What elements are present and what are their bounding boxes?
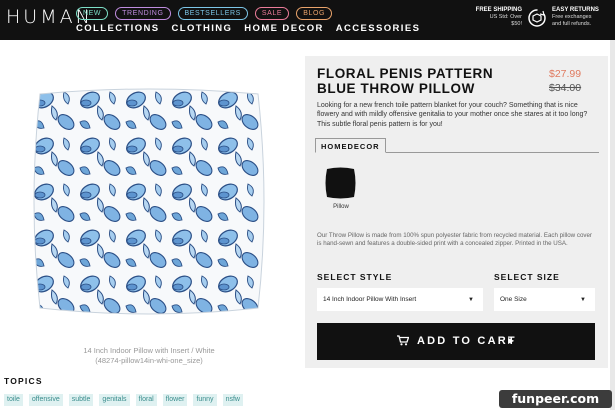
style-dropdown-value: 14 Inch Indoor Pillow With Insert [323,296,417,303]
sale-price: $27.99 [549,68,582,80]
pill-new[interactable]: NEW [76,7,109,20]
select-style-label: SELECT STYLE [317,272,393,282]
topic-tags: toile offensive subtle genitals floral f… [4,394,243,406]
cart-icon [397,335,409,346]
pill-bestsellers[interactable]: BESTSELLERS [177,7,248,20]
nav-clothing[interactable]: CLOTHING [171,23,232,34]
topic-tag[interactable]: toile [4,394,23,406]
pillow-illustration [33,88,265,315]
main-nav: COLLECTIONS CLOTHING HOME DECOR ACCESSOR… [76,23,420,34]
pill-sale[interactable]: SALE [254,7,290,20]
product-description: Looking for a new french toile pattern b… [317,102,588,128]
pill-blog[interactable]: BLOG [296,7,333,20]
topic-tag[interactable]: genitals [99,394,130,406]
nav-accessories[interactable]: ACCESSORIES [336,23,421,34]
shipping-title: FREE SHIPPING [475,7,522,13]
returns-line-1: Free exchanges [552,14,592,20]
shipping-line-2: $50! [511,21,522,27]
easy-returns-notice: EASY RETURNS Free exchanges and full ref… [552,7,612,28]
image-caption-line-2: (48274-pillow14in-whi-one_size) [95,356,203,365]
shipping-line-1: US Std: Over [489,14,522,20]
image-caption-line-1: 14 Inch Indoor Pillow with Insert / Whit… [83,346,215,355]
product-materials: Our Throw Pillow is made from 100% spun … [317,232,592,247]
product-image[interactable] [30,86,268,318]
topic-tag[interactable]: funny [193,394,217,406]
select-size-label: SELECT SIZE [494,272,560,282]
pill-trending[interactable]: TRENDING [115,7,171,20]
category-tabs: HOMEDECOR [315,138,599,153]
topics-heading: TOPICS [4,376,43,386]
size-dropdown[interactable]: One Size ▼ [494,288,595,311]
header-pill-nav: NEW TRENDING BESTSELLERS SALE BLOG [76,7,333,20]
site-header: HUMAN NEW TRENDING BESTSELLERS SALE BLOG… [0,0,615,40]
returns-icon [528,9,546,27]
image-caption: 14 Inch Indoor Pillow with Insert / Whit… [40,346,258,366]
nav-home-decor[interactable]: HOME DECOR [244,23,323,34]
style-dropdown[interactable]: 14 Inch Indoor Pillow With Insert ▼ [317,288,483,311]
chevron-down-icon: ▼ [580,297,586,303]
chevron-down-icon: ▼ [468,297,474,303]
swatch-label: Pillow [333,204,349,210]
nav-collections[interactable]: COLLECTIONS [76,23,159,34]
returns-line-2: and full refunds. [552,21,592,27]
add-to-cart-button[interactable]: ADD TO CART ▶ [317,323,595,360]
topic-tag[interactable]: subtle [68,394,94,406]
original-price: $34.00 [549,82,582,94]
topic-tag[interactable]: offensive [28,394,63,406]
tab-homedecor[interactable]: HOMEDECOR [315,138,386,153]
page-edge [610,40,615,410]
topic-tag[interactable]: flower [162,394,188,406]
arrow-right-icon: ▶ [508,336,515,345]
returns-title: EASY RETURNS [552,7,599,13]
product-details-panel: FLORAL PENIS PATTERN BLUE THROW PILLOW $… [305,56,608,368]
topic-tag[interactable]: floral [135,394,157,406]
size-dropdown-value: One Size [500,296,527,303]
free-shipping-notice: FREE SHIPPING US Std: Over $50! [462,7,522,28]
pillow-swatch[interactable] [324,166,357,200]
add-to-cart-label: ADD TO CART [417,335,517,347]
watermark: funpeer.com [499,390,612,408]
topic-tag[interactable]: nsfw [222,394,243,406]
product-title: FLORAL PENIS PATTERN BLUE THROW PILLOW [317,66,494,96]
